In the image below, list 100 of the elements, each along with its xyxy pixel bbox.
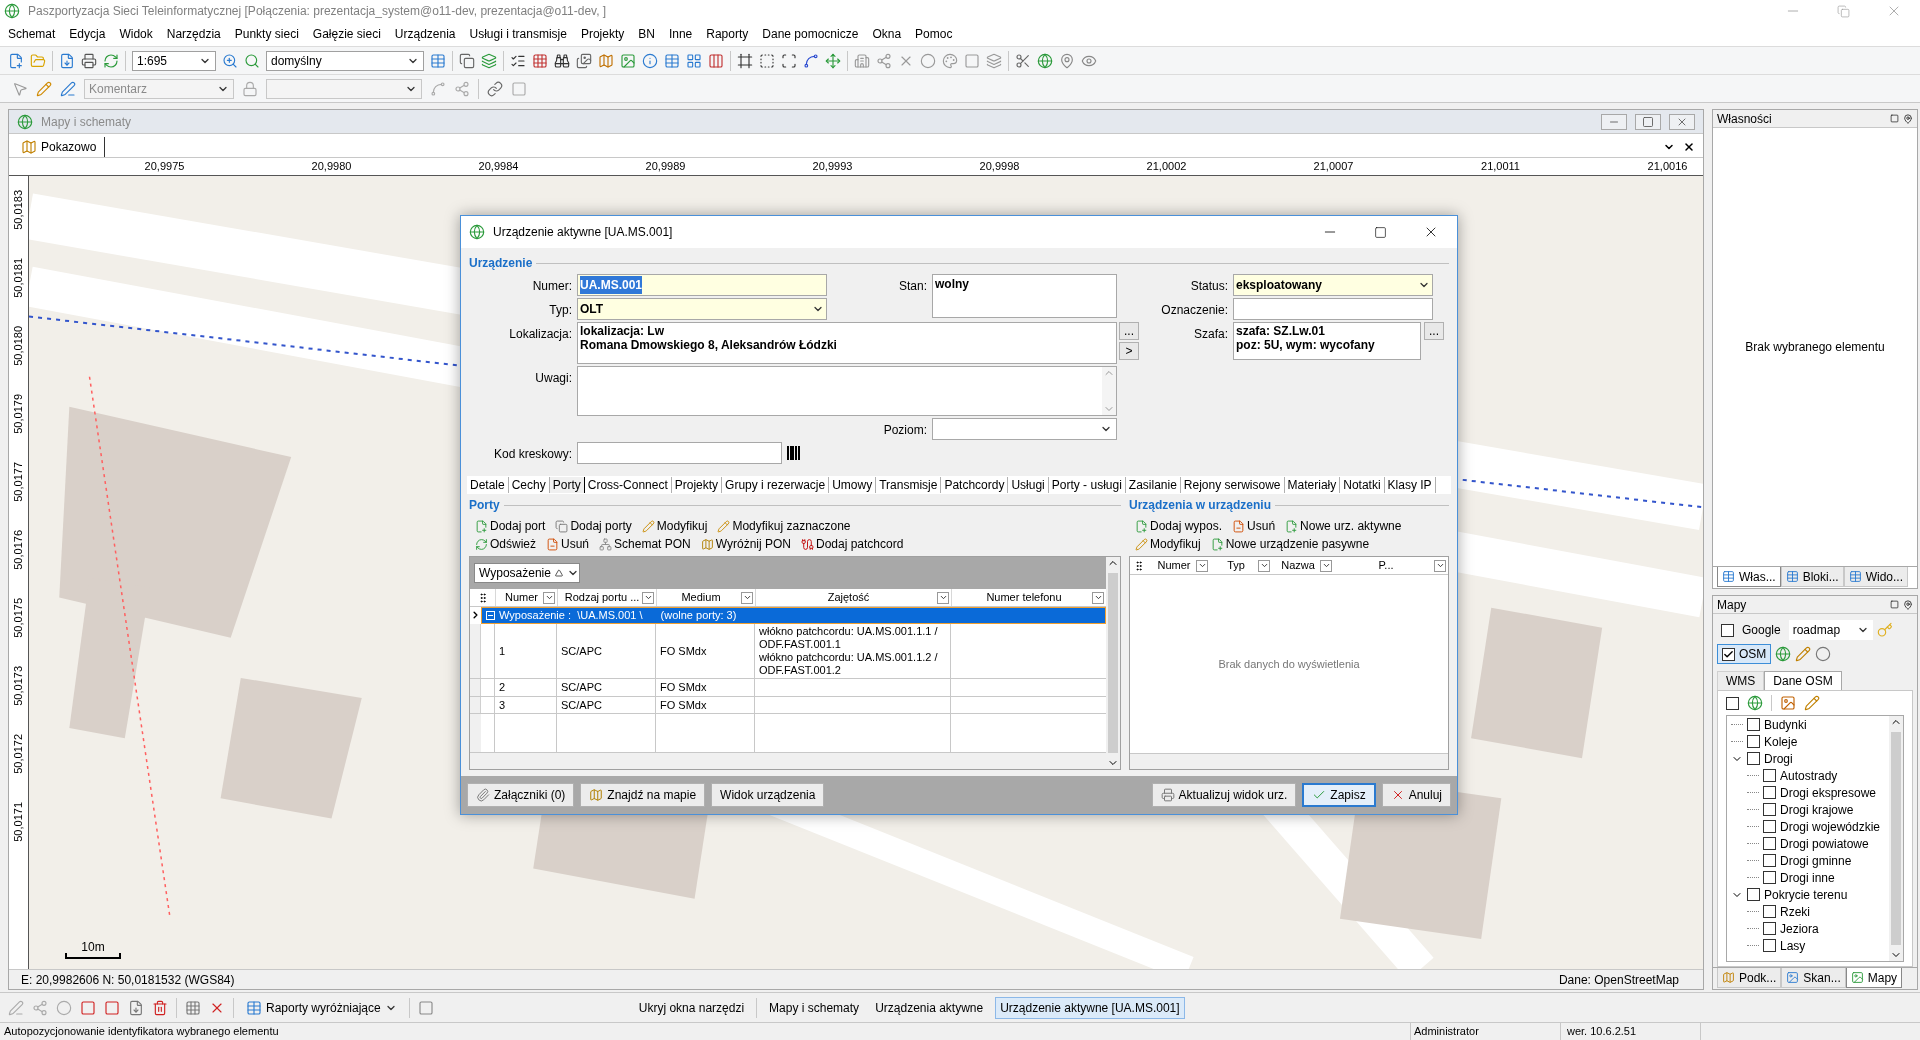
toolbar-button[interactable]: Usuń <box>544 535 592 553</box>
checkbox[interactable] <box>1722 647 1735 661</box>
window-button[interactable]: Urządzenia aktywne <box>871 996 988 1019</box>
document-icon[interactable] <box>128 999 144 1016</box>
dashed-square-icon[interactable] <box>759 52 775 69</box>
collapse-icon[interactable] <box>486 611 495 620</box>
frame-icon[interactable] <box>737 52 753 69</box>
toolbar-button[interactable]: Modyfikuj <box>639 517 710 535</box>
column-header[interactable]: P... <box>1334 557 1448 574</box>
toolbar-button[interactable]: Odśwież <box>473 535 538 553</box>
map-mode-dropdown[interactable]: roadmap <box>1788 620 1873 640</box>
building-icon[interactable] <box>854 52 870 69</box>
document-icon[interactable] <box>59 52 75 69</box>
barcode-icon[interactable] <box>786 445 802 461</box>
trash-icon[interactable] <box>152 999 168 1016</box>
panel-tab[interactable]: Skan... <box>1781 968 1846 988</box>
pin-icon[interactable] <box>1059 52 1075 69</box>
checkbox[interactable] <box>1763 769 1776 782</box>
tree-item[interactable]: Drogi ekspresowe <box>1780 783 1877 802</box>
pin-icon[interactable] <box>1903 599 1913 610</box>
close-icon[interactable] <box>1683 141 1695 153</box>
dialog-tab[interactable]: Porty - usługi <box>1048 477 1126 493</box>
toolbar-button[interactable]: Schemat PON <box>597 535 693 553</box>
circle-icon[interactable] <box>1815 646 1832 662</box>
menu-item[interactable]: Okna <box>872 25 902 43</box>
style-dropdown[interactable]: domyślny <box>266 50 424 71</box>
scroll-thumb[interactable] <box>1108 573 1118 753</box>
number-field[interactable]: UA.MS.001 <box>577 274 827 296</box>
pointer-icon[interactable] <box>12 80 28 97</box>
globe-icon[interactable] <box>1747 695 1763 711</box>
menu-item[interactable]: Raporty <box>706 25 749 43</box>
link-icon[interactable] <box>487 80 503 97</box>
search-icon[interactable] <box>244 52 260 69</box>
square-icon[interactable] <box>104 999 120 1016</box>
menu-item[interactable]: Edycja <box>69 25 106 43</box>
grid-icon[interactable] <box>185 999 201 1016</box>
caret-icon[interactable] <box>1093 593 1103 602</box>
dialog-tab[interactable]: Zasilanie <box>1125 477 1181 493</box>
dialog-tab[interactable]: Cechy <box>508 477 550 493</box>
menu-item[interactable]: Inne <box>668 25 693 43</box>
zoom-in-icon[interactable] <box>222 52 238 69</box>
image-icon[interactable] <box>1780 695 1796 711</box>
columns-icon[interactable] <box>708 52 724 69</box>
restore-button[interactable] <box>1635 113 1661 130</box>
scroll-thumb[interactable] <box>1891 732 1901 945</box>
grid-icon[interactable] <box>686 52 702 69</box>
menu-item[interactable]: Schemat <box>8 25 56 43</box>
caret-icon[interactable] <box>544 593 554 602</box>
globe-icon[interactable] <box>1037 52 1053 69</box>
lock-icon[interactable] <box>242 80 258 97</box>
file-plus-icon[interactable] <box>8 52 24 69</box>
toolbar-button[interactable]: Nowe urz. aktywne <box>1283 517 1404 535</box>
type-dropdown[interactable]: OLT <box>577 298 827 320</box>
images-icon[interactable] <box>576 52 592 69</box>
dialog-tab[interactable]: Cross-Connect <box>584 477 672 493</box>
minimize-button[interactable] <box>1601 113 1627 130</box>
tree-item[interactable]: Autostrady <box>1780 766 1838 785</box>
dialog-button[interactable]: Anuluj <box>1381 783 1451 807</box>
toolbar-button[interactable]: Usuń <box>1230 517 1278 535</box>
tree-item[interactable]: Drogi gminne <box>1780 851 1852 870</box>
column-header[interactable]: Numer <box>495 589 557 606</box>
dialog-tab[interactable]: Transmisje <box>876 477 942 493</box>
dialog-button[interactable]: Znajdź na mapie <box>580 783 706 807</box>
caret-icon[interactable] <box>1321 561 1331 570</box>
caret-icon[interactable] <box>1259 561 1269 570</box>
folder-icon[interactable] <box>30 52 46 69</box>
toolbar-button[interactable]: Wyróżnij PON <box>698 535 793 553</box>
scale-dropdown[interactable]: 1:695 <box>132 50 216 71</box>
tree-item[interactable]: Drogi powiatowe <box>1780 834 1869 853</box>
pencil-icon[interactable] <box>1804 695 1820 711</box>
group-by-chip[interactable]: Wyposażenie <box>474 563 580 583</box>
float-icon[interactable] <box>1890 599 1899 609</box>
layers-icon[interactable] <box>986 52 1002 69</box>
line-icon[interactable] <box>430 80 446 97</box>
toolbar-button[interactable]: Modyfikuj zaznaczone <box>715 517 853 535</box>
nodes-icon[interactable] <box>454 80 470 97</box>
image-icon[interactable] <box>620 52 636 69</box>
maximize-icon[interactable] <box>1374 225 1387 239</box>
caret-icon[interactable] <box>1197 561 1207 570</box>
tree-item[interactable]: Jeziora <box>1780 919 1819 938</box>
caret-icon[interactable] <box>938 593 948 602</box>
column-header[interactable]: Zajętość <box>755 589 951 606</box>
toolbar-button[interactable]: Dodaj porty <box>553 517 634 535</box>
tree-item[interactable]: Budynki <box>1764 716 1807 734</box>
dialog-tab[interactable]: Grupy i rezerwacje <box>722 477 830 493</box>
dialog-button[interactable]: Zapisz <box>1302 783 1376 807</box>
palette-icon[interactable] <box>942 52 958 69</box>
menu-item[interactable]: Urządzenia <box>394 25 456 43</box>
spline-icon[interactable] <box>803 52 819 69</box>
scissors-icon[interactable] <box>1015 52 1031 69</box>
checkbox[interactable] <box>1747 752 1760 765</box>
dialog-tab[interactable]: Usługi <box>1008 477 1049 493</box>
tree-item[interactable]: Rzeki <box>1780 902 1810 921</box>
small-button[interactable]: ... <box>1119 322 1139 340</box>
tree-item[interactable]: Drogi <box>1764 749 1793 768</box>
window-button[interactable]: Mapy i schematy <box>765 996 864 1019</box>
menu-item[interactable]: Pomoc <box>915 25 953 43</box>
dialog-tab[interactable]: Porty <box>549 477 585 493</box>
dialog-tab[interactable]: Materiały <box>1284 477 1341 493</box>
tree-item[interactable]: Drogi inne <box>1780 868 1835 887</box>
